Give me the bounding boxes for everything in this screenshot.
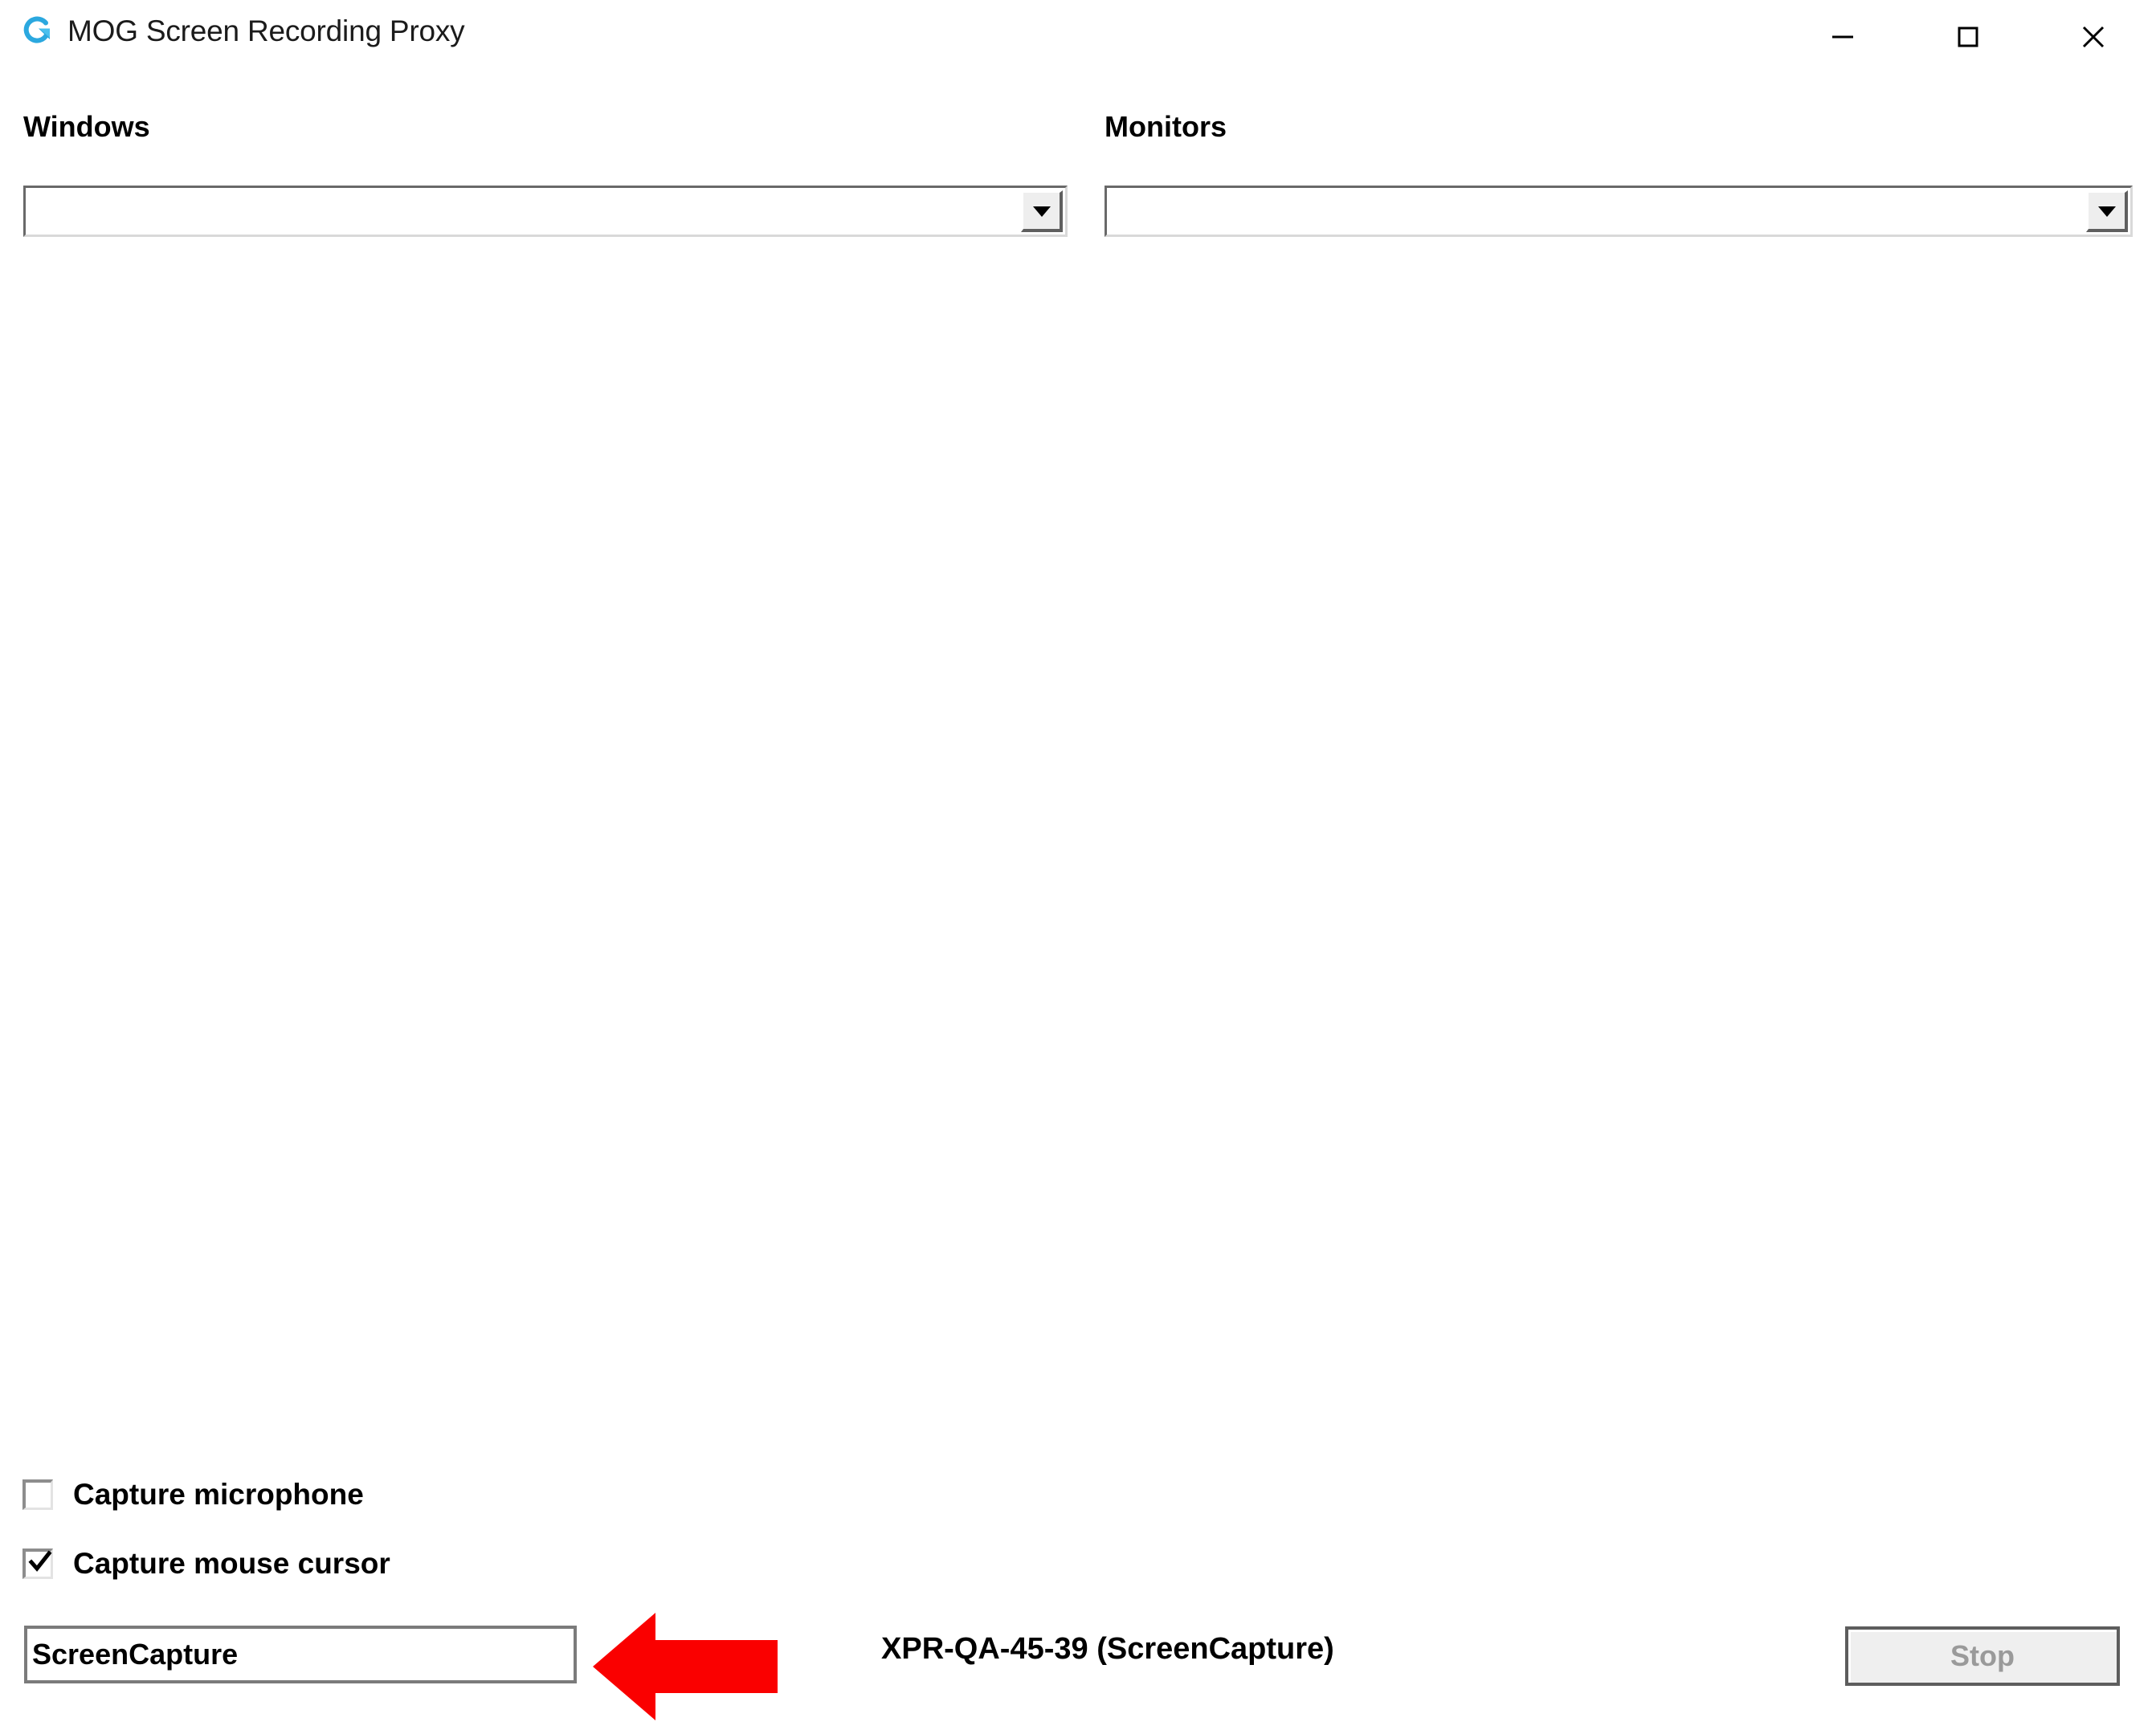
mog-circular-arrow-logo-icon [19, 13, 56, 50]
windows-dropdown[interactable] [23, 186, 1068, 237]
windows-section-label: Windows [23, 110, 150, 143]
capture-microphone-checkbox-row[interactable]: Capture microphone [22, 1478, 364, 1512]
monitors-dropdown-value [1107, 188, 2086, 235]
title-bar: MOG Screen Recording Proxy [0, 0, 2156, 74]
left-arrow-annotation-icon [593, 1613, 778, 1720]
minimize-button[interactable] [1780, 0, 1905, 74]
windows-dropdown-chevron-down-icon[interactable] [1021, 190, 1063, 232]
windows-dropdown-value [26, 188, 1021, 235]
close-icon [2076, 19, 2111, 55]
capture-mouse-cursor-label: Capture mouse cursor [73, 1547, 390, 1580]
close-button[interactable] [2031, 0, 2156, 74]
recording-name-input[interactable] [24, 1626, 577, 1683]
checkmark-icon [27, 1549, 54, 1576]
monitors-dropdown[interactable] [1105, 186, 2133, 237]
minimize-icon [1827, 21, 1859, 53]
monitors-dropdown-chevron-down-icon[interactable] [2086, 190, 2128, 232]
stop-button[interactable]: Stop [1845, 1626, 2120, 1686]
monitors-section-label: Monitors [1105, 110, 1227, 143]
stop-button-label: Stop [1950, 1639, 2015, 1672]
capture-microphone-checkbox[interactable] [22, 1479, 53, 1510]
window-controls [1780, 0, 2156, 74]
capture-mouse-cursor-checkbox[interactable] [22, 1549, 53, 1579]
capture-microphone-label: Capture microphone [73, 1478, 364, 1511]
maximize-button[interactable] [1905, 0, 2031, 74]
capture-mouse-cursor-checkbox-row[interactable]: Capture mouse cursor [22, 1547, 390, 1581]
window-title: MOG Screen Recording Proxy [67, 14, 465, 47]
recording-status-text: XPR-QA-45-39 (ScreenCapture) [881, 1632, 1334, 1666]
maximize-icon [1952, 21, 1984, 53]
